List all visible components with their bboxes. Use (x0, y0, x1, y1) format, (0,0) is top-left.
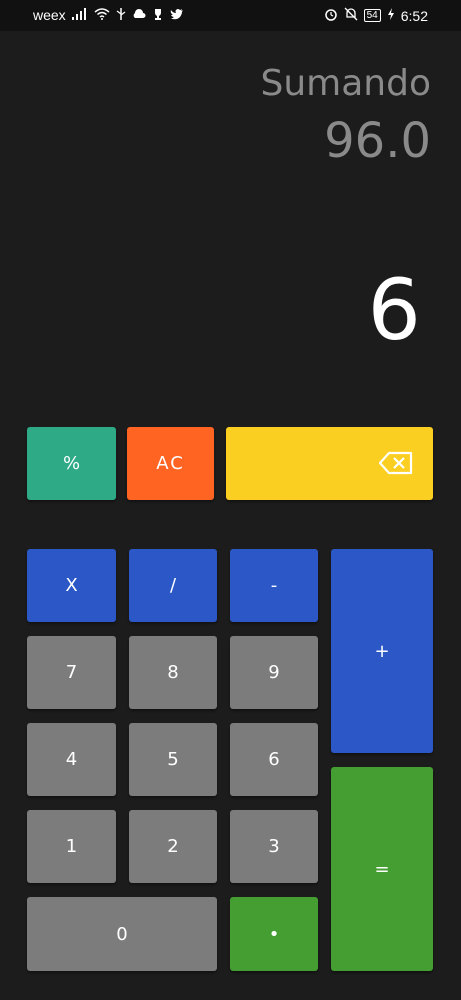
add-button[interactable]: + (331, 549, 433, 753)
subtract-button[interactable]: - (230, 549, 318, 622)
clear-label: AC (156, 453, 185, 474)
calculator: Sumando 96.0 6 % AC X / - + 7 8 9 4 5 6 … (0, 31, 461, 1000)
digit-label: 9 (268, 662, 280, 683)
percent-label: % (62, 453, 81, 474)
divide-label: / (169, 575, 177, 596)
digit-2-button[interactable]: 2 (129, 810, 217, 883)
status-right: 54 6:52 (324, 7, 428, 24)
subtract-label: - (270, 575, 278, 596)
charging-icon (387, 8, 395, 23)
digit-4-button[interactable]: 4 (27, 723, 116, 796)
digit-7-button[interactable]: 7 (27, 636, 116, 709)
equals-button[interactable]: = (331, 767, 433, 971)
equals-label: = (374, 858, 390, 880)
digit-label: 0 (116, 923, 128, 945)
wifi-icon (94, 7, 110, 23)
previous-value: 96.0 (324, 113, 431, 169)
trophy-icon (152, 8, 164, 23)
digit-label: 4 (65, 749, 78, 770)
clock: 6:52 (400, 7, 428, 24)
digit-6-button[interactable]: 6 (230, 723, 318, 796)
digit-label: 3 (268, 836, 280, 857)
twitter-icon (169, 8, 184, 23)
divide-button[interactable]: / (129, 549, 217, 622)
operation-label: Sumando (260, 63, 432, 104)
backspace-button[interactable] (226, 427, 433, 500)
digit-label: 5 (167, 749, 179, 770)
battery-level: 54 (363, 9, 381, 22)
notifications-off-icon (344, 7, 358, 24)
usb-icon (116, 7, 126, 23)
status-left: weex (33, 7, 184, 23)
status-bar: weex 54 6:52 (0, 0, 461, 31)
digit-label: 8 (167, 662, 179, 683)
digit-0-button[interactable]: 0 (27, 897, 217, 971)
digit-label: 2 (167, 836, 179, 857)
decimal-button[interactable]: • (230, 897, 318, 971)
percent-button[interactable]: % (27, 427, 116, 500)
digit-label: 1 (65, 836, 78, 857)
backspace-icon (378, 451, 413, 475)
digit-3-button[interactable]: 3 (230, 810, 318, 883)
digit-5-button[interactable]: 5 (129, 723, 217, 796)
clear-button[interactable]: AC (127, 427, 214, 500)
multiply-label: X (65, 575, 78, 596)
digit-8-button[interactable]: 8 (129, 636, 217, 709)
multiply-button[interactable]: X (27, 549, 116, 622)
digit-label: 6 (268, 749, 280, 770)
decimal-label: • (268, 923, 280, 945)
signal-icon (71, 7, 88, 23)
carrier-label: weex (33, 7, 66, 23)
cloud-icon (132, 8, 146, 22)
digit-label: 7 (65, 662, 78, 683)
add-label: + (374, 640, 390, 662)
digit-9-button[interactable]: 9 (230, 636, 318, 709)
alarm-icon (324, 7, 338, 24)
digit-1-button[interactable]: 1 (27, 810, 116, 883)
current-value: 6 (367, 261, 421, 359)
